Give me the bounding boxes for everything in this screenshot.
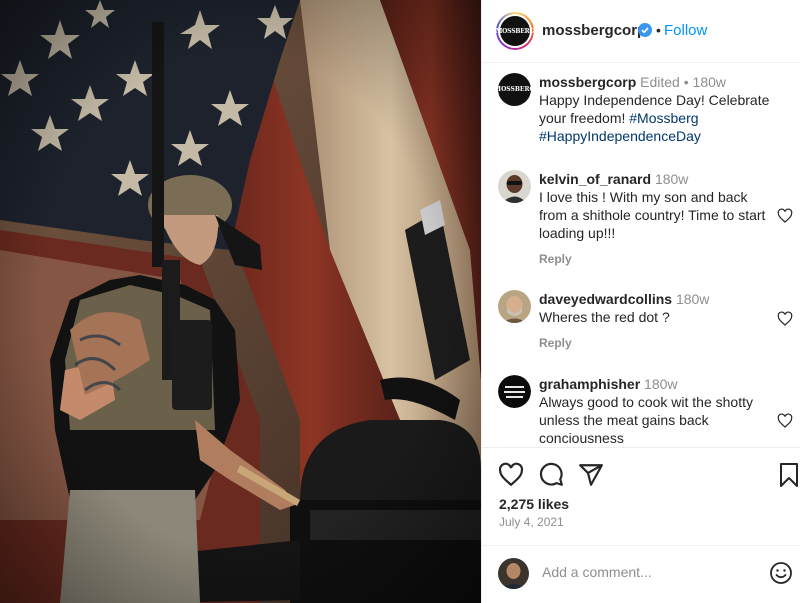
share-icon[interactable] — [578, 462, 604, 488]
hashtag-link[interactable]: #HappyIndependenceDay — [539, 128, 701, 144]
heart-icon[interactable] — [498, 462, 524, 488]
post-date: July 4, 2021 — [499, 515, 564, 529]
comment-text: Wheres the red dot ? — [539, 309, 670, 325]
bookmark-icon[interactable] — [778, 462, 800, 488]
comment-username[interactable]: daveyedwardcollins — [539, 291, 672, 307]
comment-username[interactable]: grahamphisher — [539, 376, 640, 392]
comment-age: 180w — [675, 291, 710, 307]
reply-button[interactable]: Reply — [539, 250, 771, 268]
post-photo[interactable] — [0, 0, 481, 603]
comment-item: grahamphisher 180w Always good to cook w… — [498, 375, 793, 445]
avatar-photo — [498, 290, 531, 323]
comment-icon[interactable] — [538, 462, 564, 488]
small-heart-icon[interactable] — [777, 413, 793, 429]
edited-label: Edited — [640, 74, 680, 90]
post-actions: 2,275 likes July 4, 2021 — [482, 447, 800, 603]
comment-text: I love this ! With my son and back from … — [539, 189, 766, 241]
comment-age: 180w — [644, 376, 678, 392]
emoji-icon[interactable] — [769, 561, 793, 585]
separator-dot: • — [683, 74, 689, 90]
commenter-avatar[interactable] — [498, 170, 531, 203]
likes-count[interactable]: 2,275 likes — [499, 496, 569, 512]
avatar-photo — [498, 558, 529, 589]
brand-logo: MOSSBERG — [494, 86, 535, 93]
comment-text: Always good to cook wit the shotty unles… — [539, 394, 753, 445]
commenter-avatar[interactable] — [498, 375, 531, 408]
add-comment-input[interactable] — [542, 564, 752, 580]
author-username[interactable]: mossbergcorp — [542, 22, 646, 39]
caption-avatar[interactable]: MOSSBERG — [494, 73, 535, 106]
verified-icon — [638, 23, 652, 37]
caption-username[interactable]: mossbergcorp — [539, 74, 636, 90]
small-heart-icon[interactable] — [777, 208, 793, 224]
avatar-photo — [498, 375, 531, 408]
post-side-panel: MOSSBERG mossbergcorp • Follow MOSSBERG … — [481, 0, 800, 603]
comment-username[interactable]: kelvin_of_ranard — [539, 171, 651, 187]
current-user-avatar — [498, 558, 529, 589]
add-comment-bar — [482, 545, 800, 603]
small-heart-icon[interactable] — [777, 311, 793, 327]
post-image — [0, 0, 481, 603]
comment-age: 180w — [654, 171, 689, 187]
caption-age: 180w — [692, 74, 726, 90]
commenter-avatar[interactable] — [498, 290, 531, 323]
author-avatar[interactable]: MOSSBERG — [496, 12, 534, 50]
avatar-photo — [498, 170, 531, 203]
follow-button[interactable]: Follow — [664, 22, 707, 39]
post-caption: mossbergcorp Edited • 180w Happy Indepen… — [539, 73, 789, 145]
hashtag-link[interactable]: #Mossberg — [629, 110, 698, 126]
brand-logo: MOSSBERG — [496, 16, 534, 46]
reply-button[interactable]: Reply — [539, 334, 771, 352]
post-header: MOSSBERG mossbergcorp • Follow — [482, 0, 800, 63]
separator-dot: • — [656, 22, 661, 38]
